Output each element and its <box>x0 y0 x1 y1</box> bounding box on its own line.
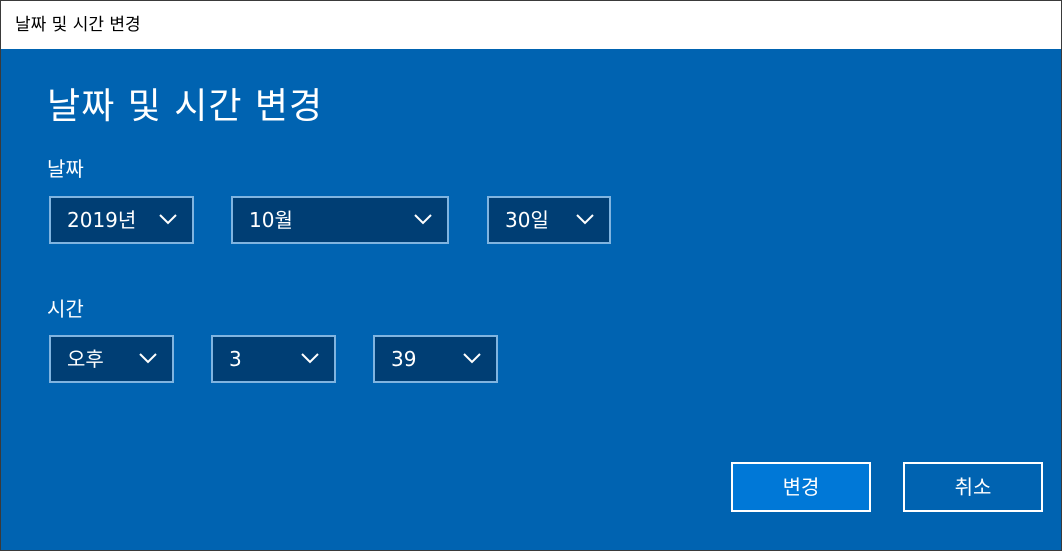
cancel-button[interactable]: 취소 <box>903 462 1043 512</box>
month-dropdown[interactable]: 10월 <box>231 196 449 244</box>
hour-value: 3 <box>229 347 242 371</box>
month-value: 10월 <box>249 208 293 232</box>
change-date-time-window: 날짜 및 시간 변경 날짜 및 시간 변경 날짜 2019년 10월 30일 시… <box>0 0 1062 551</box>
minute-value: 39 <box>391 347 417 371</box>
day-dropdown[interactable]: 30일 <box>487 196 611 244</box>
ampm-value: 오후 <box>67 347 104 371</box>
date-label: 날짜 <box>47 157 84 181</box>
change-button[interactable]: 변경 <box>731 462 871 512</box>
day-value: 30일 <box>505 208 549 232</box>
chevron-down-icon <box>159 214 177 225</box>
dialog-content: 날짜 및 시간 변경 날짜 2019년 10월 30일 시간 오후 3 39 변… <box>1 49 1061 550</box>
chevron-down-icon <box>576 214 594 225</box>
chevron-down-icon <box>139 353 157 364</box>
chevron-down-icon <box>414 214 432 225</box>
chevron-down-icon <box>463 353 481 364</box>
year-value: 2019년 <box>67 208 137 232</box>
hour-dropdown[interactable]: 3 <box>211 335 336 383</box>
ampm-dropdown[interactable]: 오후 <box>49 335 174 383</box>
year-dropdown[interactable]: 2019년 <box>49 196 194 244</box>
minute-dropdown[interactable]: 39 <box>373 335 498 383</box>
time-label: 시간 <box>47 297 84 321</box>
chevron-down-icon <box>301 353 319 364</box>
page-title: 날짜 및 시간 변경 <box>47 86 324 127</box>
window-title: 날짜 및 시간 변경 <box>1 1 1061 49</box>
